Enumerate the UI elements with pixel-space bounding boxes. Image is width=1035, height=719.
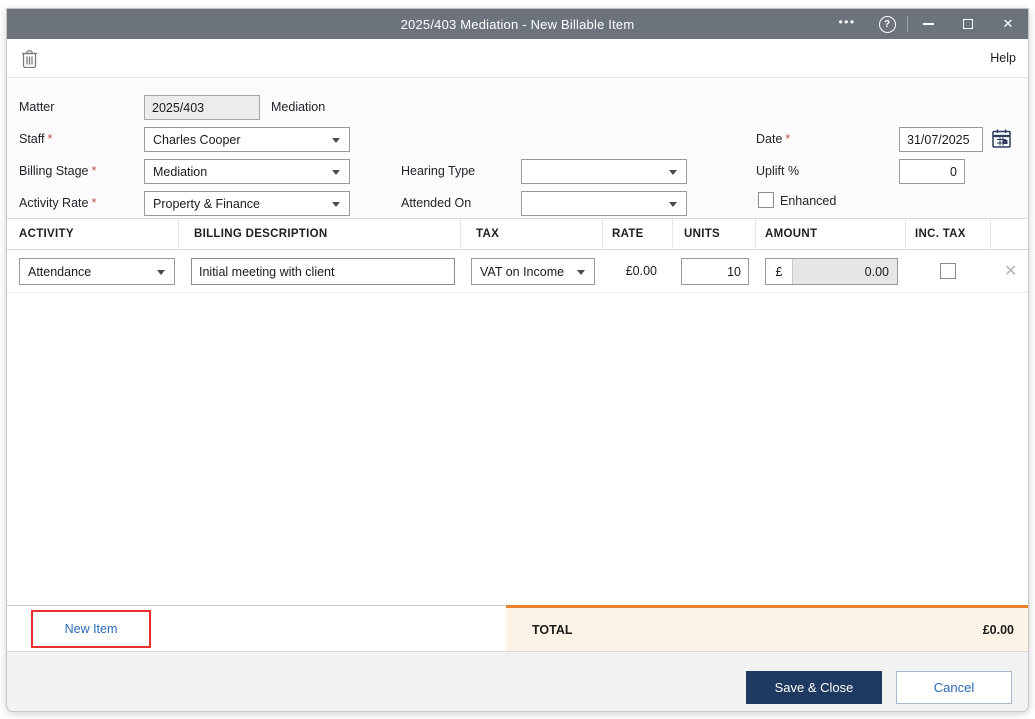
- footer-row: New Item TOTAL £0.00: [7, 605, 1028, 651]
- chevron-down-icon: [332, 138, 340, 143]
- maximize-icon: [963, 19, 973, 29]
- button-strip: Save & Close Cancel: [7, 651, 1028, 711]
- billing-description-input[interactable]: [191, 258, 455, 285]
- attended-on-dropdown[interactable]: [521, 191, 687, 216]
- staff-dropdown[interactable]: Charles Cooper: [144, 127, 350, 152]
- activity-rate-value: Property & Finance: [153, 196, 260, 211]
- date-input[interactable]: [899, 127, 983, 152]
- attended-on-label: Attended On: [401, 196, 472, 210]
- dialog-window: 2025/403 Mediation - New Billable Item •…: [6, 8, 1029, 712]
- help-icon: ?: [878, 15, 896, 33]
- minimize-icon: [922, 23, 934, 25]
- trash-icon: [22, 50, 37, 69]
- billing-stage-dropdown[interactable]: Mediation: [144, 159, 350, 184]
- tax-dropdown[interactable]: VAT on Income: [471, 258, 595, 285]
- minimize-button[interactable]: [908, 9, 948, 39]
- matter-input[interactable]: [144, 95, 260, 120]
- hearing-type-label: Hearing Type: [401, 164, 476, 178]
- activity-dropdown[interactable]: Attendance: [19, 258, 175, 285]
- total-bar: TOTAL £0.00: [506, 605, 1028, 651]
- activity-value: Attendance: [28, 264, 92, 279]
- table-row: Attendance VAT on Income £0.00 £ 0.00 ✕: [7, 250, 1028, 293]
- col-inc-tax: INC. TAX: [906, 219, 991, 249]
- rate-value: £0.00: [625, 264, 657, 278]
- enhanced-checkbox[interactable]: [758, 192, 774, 208]
- col-tax: TAX: [461, 219, 603, 249]
- activity-rate-dropdown[interactable]: Property & Finance: [144, 191, 350, 216]
- delete-row-button[interactable]: ✕: [1004, 261, 1017, 281]
- chevron-down-icon: [332, 170, 340, 175]
- units-input[interactable]: [681, 258, 749, 285]
- toolbar: Help: [7, 39, 1028, 78]
- grid-empty-area: [7, 293, 1028, 603]
- save-and-close-button[interactable]: Save & Close: [746, 671, 882, 704]
- amount-field[interactable]: £ 0.00: [765, 258, 898, 285]
- delete-item-button[interactable]: [21, 49, 38, 73]
- calendar-icon: [992, 129, 1011, 148]
- col-units: UNITS: [673, 219, 756, 249]
- enhanced-label: Enhanced: [780, 194, 837, 208]
- chevron-down-icon: [332, 202, 340, 207]
- col-billing-description: BILLING DESCRIPTION: [179, 219, 461, 249]
- help-link[interactable]: Help: [990, 51, 1016, 65]
- chevron-down-icon: [577, 270, 585, 275]
- col-activity: ACTIVITY: [7, 219, 179, 249]
- new-item-button[interactable]: New Item: [65, 622, 118, 636]
- more-options-button[interactable]: •••: [827, 9, 867, 39]
- annotation-highlight: New Item: [31, 610, 151, 648]
- form-area: Matter Mediation Staff* Charles Cooper D…: [7, 79, 1028, 219]
- tax-value: VAT on Income: [480, 264, 565, 279]
- col-actions: [991, 219, 1028, 249]
- chevron-down-icon: [669, 202, 677, 207]
- chevron-down-icon: [157, 270, 165, 275]
- date-picker-button[interactable]: [991, 128, 1012, 154]
- title-bar: 2025/403 Mediation - New Billable Item •…: [7, 9, 1028, 39]
- uplift-input[interactable]: [899, 159, 965, 184]
- activity-rate-label: Activity Rate *: [19, 196, 97, 210]
- total-label: TOTAL: [532, 622, 573, 637]
- billing-stage-label: Billing Stage *: [19, 164, 97, 178]
- uplift-label: Uplift %: [756, 164, 800, 178]
- billing-stage-value: Mediation: [153, 164, 208, 179]
- footer-left: New Item: [7, 605, 506, 651]
- chevron-down-icon: [669, 170, 677, 175]
- cancel-button[interactable]: Cancel: [896, 671, 1012, 704]
- window-help-button[interactable]: ?: [867, 9, 907, 39]
- ellipsis-icon: •••: [838, 15, 856, 29]
- maximize-button[interactable]: [948, 9, 988, 39]
- matter-label: Matter: [19, 100, 55, 114]
- close-icon: ✕: [1002, 16, 1014, 31]
- staff-label: Staff *: [19, 132, 53, 146]
- inc-tax-checkbox[interactable]: [940, 263, 956, 279]
- matter-suffix: Mediation: [271, 100, 326, 114]
- amount-value: 0.00: [792, 259, 897, 284]
- close-button[interactable]: ✕: [988, 9, 1028, 39]
- col-amount: AMOUNT: [756, 219, 906, 249]
- date-label: Date *: [756, 132, 791, 146]
- currency-symbol: £: [775, 264, 783, 279]
- grid-header: ACTIVITY BILLING DESCRIPTION TAX RATE UN…: [7, 219, 1028, 250]
- total-value: £0.00: [982, 622, 1014, 637]
- col-rate: RATE: [603, 219, 673, 249]
- hearing-type-dropdown[interactable]: [521, 159, 687, 184]
- staff-value: Charles Cooper: [153, 132, 241, 147]
